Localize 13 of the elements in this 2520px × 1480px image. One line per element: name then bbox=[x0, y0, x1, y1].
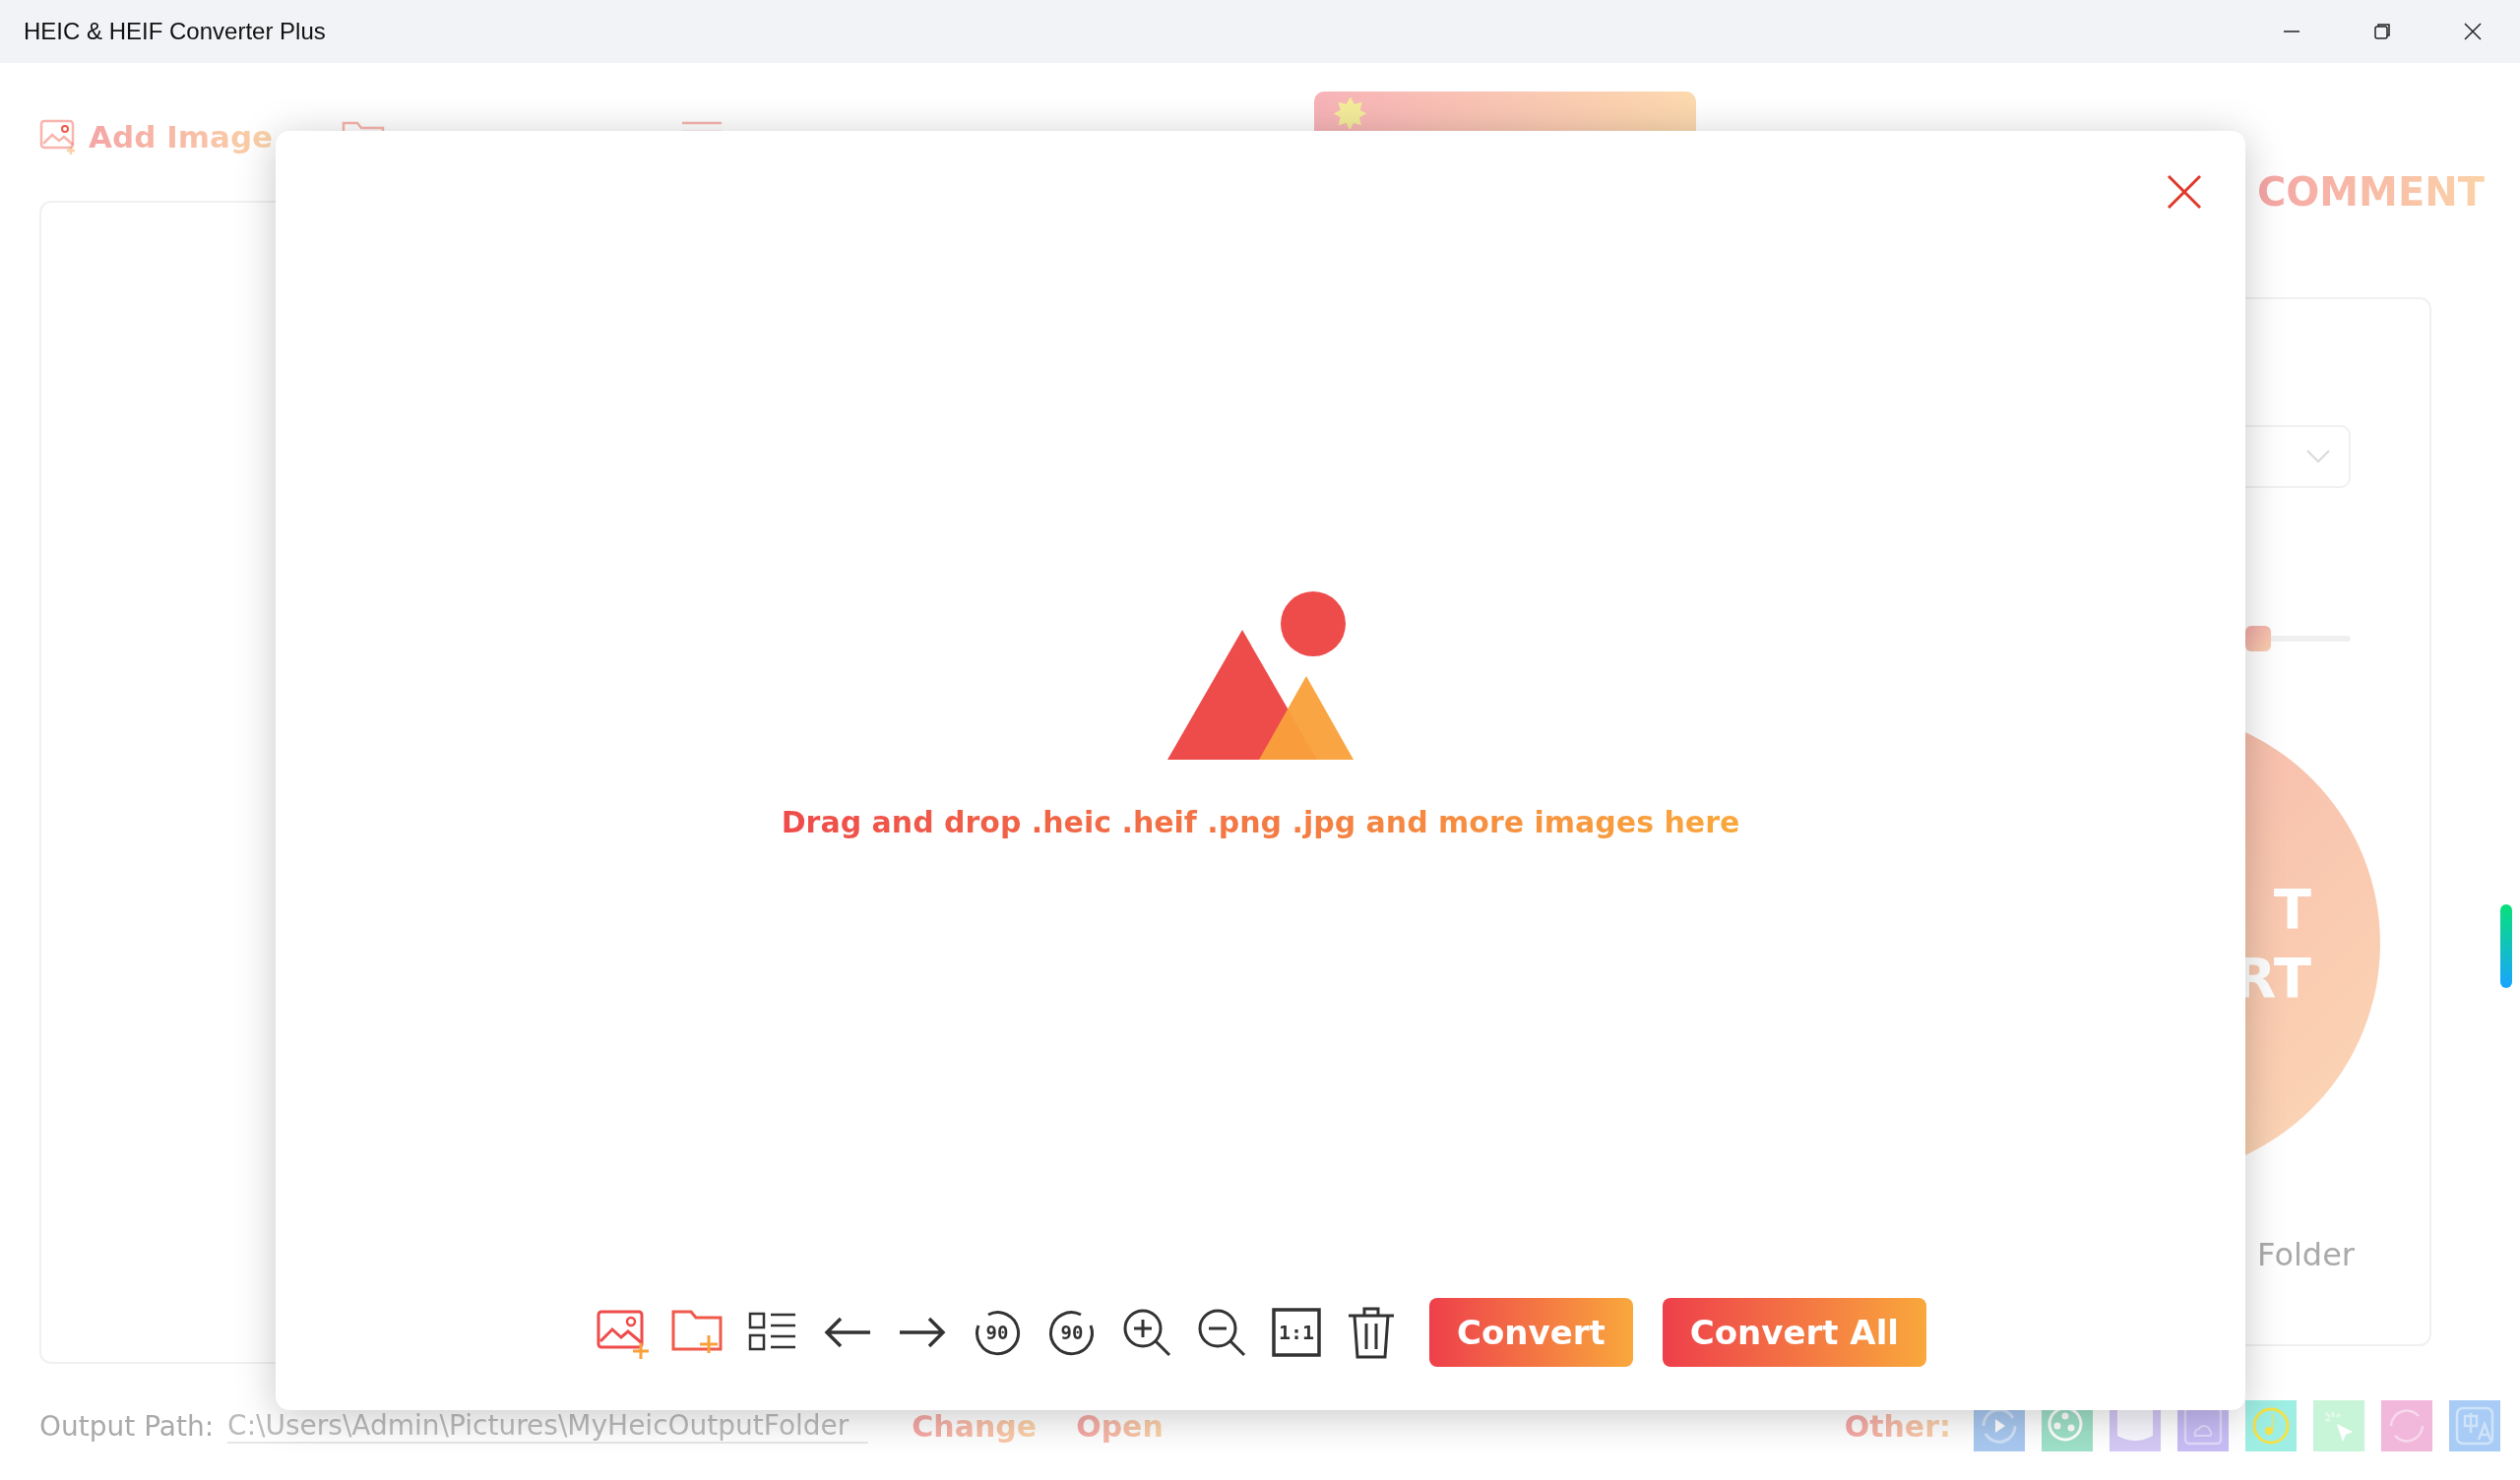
image-placeholder-icon bbox=[1166, 589, 1354, 762]
slider-thumb[interactable] bbox=[2245, 626, 2271, 651]
window-title: HEIC & HEIF Converter Plus bbox=[24, 18, 326, 45]
restore-icon[interactable] bbox=[2372, 22, 2392, 41]
rotate-right-button[interactable]: 90 bbox=[1043, 1304, 1101, 1361]
star-badge-icon bbox=[1334, 95, 1368, 129]
output-path-label: Output Path: bbox=[39, 1409, 215, 1443]
convert-button[interactable]: Convert bbox=[1429, 1298, 1633, 1367]
close-icon[interactable] bbox=[2463, 22, 2483, 41]
chevron-down-icon bbox=[2305, 449, 2331, 464]
rotate-left-button[interactable]: 90 bbox=[969, 1304, 1026, 1361]
convert-button[interactable]: Convert All bbox=[1662, 1298, 1926, 1367]
folder-label: Folder bbox=[2257, 1236, 2355, 1273]
